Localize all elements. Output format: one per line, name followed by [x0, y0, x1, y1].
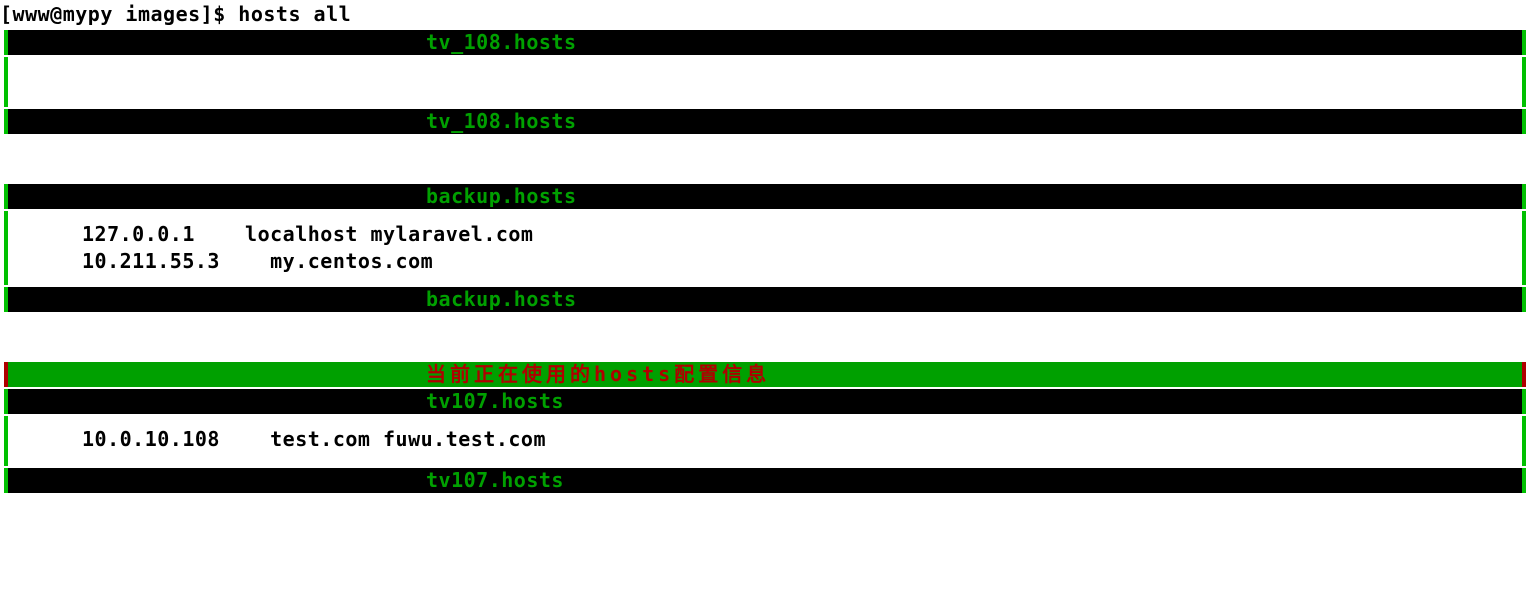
hosts-entry: 10.0.10.108 test.com fuwu.test.com	[82, 426, 1522, 453]
shell-prompt: [www@mypy images]$ hosts all	[0, 0, 1530, 28]
section-footer-label: backup.hosts	[426, 287, 577, 312]
section-content: 127.0.0.1 localhost mylaravel.com 10.211…	[4, 211, 1526, 285]
section-header-bar: tv107.hosts	[4, 389, 1526, 414]
section-footer-label: tv_108.hosts	[426, 109, 577, 134]
section-footer-label: tv107.hosts	[426, 468, 564, 493]
hosts-entry: 127.0.0.1 localhost mylaravel.com	[82, 221, 1522, 248]
section-footer-bar: tv107.hosts	[4, 468, 1526, 493]
section-footer-bar: backup.hosts	[4, 287, 1526, 312]
current-config-banner: 当前正在使用的hosts配置信息	[4, 362, 1526, 387]
section-content	[4, 57, 1526, 107]
section-content: 10.0.10.108 test.com fuwu.test.com	[4, 416, 1526, 466]
hosts-entry: 10.211.55.3 my.centos.com	[82, 248, 1522, 275]
current-config-label: 当前正在使用的hosts配置信息	[426, 362, 770, 387]
section-header-bar: backup.hosts	[4, 184, 1526, 209]
section-header-label: tv107.hosts	[426, 389, 564, 414]
section-header-label: tv_108.hosts	[426, 30, 577, 55]
hosts-section: tv_108.hosts tv_108.hosts	[0, 30, 1530, 134]
hosts-section: 当前正在使用的hosts配置信息 tv107.hosts 10.0.10.108…	[0, 362, 1530, 493]
section-footer-bar: tv_108.hosts	[4, 109, 1526, 134]
hosts-section: backup.hosts 127.0.0.1 localhost mylarav…	[0, 184, 1530, 312]
section-header-bar: tv_108.hosts	[4, 30, 1526, 55]
section-header-label: backup.hosts	[426, 184, 577, 209]
